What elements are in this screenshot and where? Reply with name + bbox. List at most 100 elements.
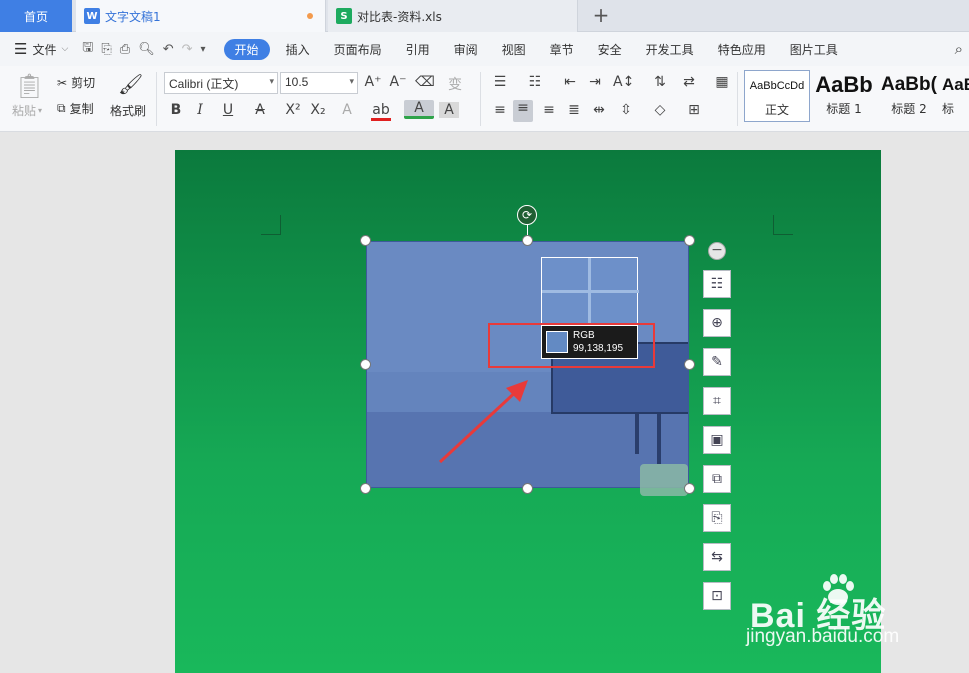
chevron-down-icon: ⌵ (61, 44, 69, 54)
clear-format-eraser-icon[interactable]: ⌫ (415, 74, 435, 90)
line-spacing-icon[interactable]: ⇄ (679, 74, 699, 90)
style-label: 标 (942, 102, 955, 116)
image-translate-icon[interactable]: ⎘ (703, 504, 731, 532)
resize-handle-bottom-left[interactable] (360, 483, 371, 494)
strikethrough-icon[interactable]: A (250, 102, 270, 118)
underline-icon[interactable]: U (218, 102, 238, 118)
file-menu-label: 文件 (32, 42, 57, 57)
margin-corner-mark (773, 215, 793, 235)
collapse-minus-icon[interactable]: − (708, 242, 726, 260)
spreadsheet-doc-icon: S (336, 8, 352, 24)
phonetic-guide-icon[interactable]: 变 (445, 74, 465, 94)
zoom-in-icon[interactable]: ⊕ (703, 309, 731, 337)
print-icon[interactable]: ⎙ (120, 42, 130, 57)
format-painter-brush-icon[interactable]: 🖌︎ (118, 72, 143, 96)
picture-frame-icon[interactable]: ▣ (703, 426, 731, 454)
style-normal[interactable]: AaBbCcDd 正文 (744, 70, 810, 122)
redo-icon[interactable]: ↷ (182, 42, 193, 57)
superscript-icon[interactable]: X² (283, 102, 303, 118)
paste-clipboard-icon[interactable]: 📋︎ (14, 72, 44, 100)
menu-tab-page-layout[interactable]: 页面布局 (334, 41, 382, 58)
save-icon[interactable]: 🖫 (82, 38, 93, 60)
color-picker-magnifier (541, 257, 639, 326)
numbered-list-icon[interactable]: ☷ (525, 74, 545, 90)
undo-icon[interactable]: ↶ (163, 42, 174, 57)
decrease-indent-icon[interactable]: ⇤ (560, 74, 580, 90)
menu-tab-section[interactable]: 章节 (550, 41, 574, 58)
grow-font-icon[interactable]: A⁺ (363, 74, 383, 90)
resize-handle-bottom-right[interactable] (684, 483, 695, 494)
rotate-handle-icon[interactable]: ⟳ (517, 205, 537, 225)
align-left-icon[interactable]: ≡ (490, 102, 510, 118)
menu-tab-start[interactable]: 开始 (223, 38, 270, 60)
tab-document-1[interactable]: W 文字文稿1 (76, 0, 326, 32)
font-size-select[interactable]: 10.5 ▾ (280, 72, 358, 94)
justify-icon[interactable]: ≣ (564, 102, 584, 118)
crop-icon[interactable]: ⌗ (703, 387, 731, 415)
picture-stand (635, 414, 639, 454)
file-menu-button[interactable]: ☰ 文件 ⌵ (14, 40, 68, 58)
increase-indent-icon[interactable]: ⇥ (585, 74, 605, 90)
resize-handle-top[interactable] (522, 235, 533, 246)
export-icon[interactable]: ⎘ (101, 42, 111, 57)
bullet-list-icon[interactable]: ☰ (490, 74, 510, 90)
borders-icon[interactable]: ⊞ (684, 102, 704, 118)
bold-icon[interactable]: B (166, 102, 186, 118)
menu-tab-insert[interactable]: 插入 (286, 41, 310, 58)
menu-tab-developer[interactable]: 开发工具 (646, 41, 694, 58)
distributed-align-icon[interactable]: ⇹ (589, 102, 609, 118)
menu-tab-review[interactable]: 审阅 (454, 41, 478, 58)
text-effect-icon[interactable]: A (337, 102, 357, 118)
new-tab-plus-icon[interactable]: + (590, 5, 612, 27)
cut-button[interactable]: ✂ 剪切 (57, 74, 95, 91)
image-convert-icon[interactable]: ⇆ (703, 543, 731, 571)
shrink-font-icon[interactable]: A⁻ (388, 74, 408, 90)
print-preview-icon[interactable]: 🔍︎ (138, 42, 155, 57)
style-heading-3[interactable]: AaB 标 (942, 70, 969, 122)
tab-spreadsheet[interactable]: S 对比表-资料.xls (328, 0, 578, 32)
menu-tab-picture-tools[interactable]: 图片工具 (790, 41, 838, 58)
menu-tab-view[interactable]: 视图 (502, 41, 526, 58)
font-color-icon[interactable]: A (404, 100, 434, 119)
image-to-word-icon[interactable]: ⧉ (703, 465, 731, 493)
style-heading-1[interactable]: AaBb 标题 1 (812, 70, 876, 122)
scissors-icon: ✂ (57, 75, 68, 90)
style-label: 标题 1 (826, 102, 862, 116)
paragraph-spacing-icon[interactable]: ⇳ (616, 102, 636, 118)
highlight-color-icon[interactable]: ab (371, 102, 391, 121)
resize-handle-right[interactable] (684, 359, 695, 370)
resize-handle-top-right[interactable] (684, 235, 695, 246)
resize-handle-left[interactable] (360, 359, 371, 370)
paste-label: 粘贴 (12, 104, 37, 118)
show-marks-icon[interactable]: ▦ (712, 74, 732, 90)
paste-button[interactable]: 粘贴 ▾ (12, 102, 42, 119)
font-name-select[interactable]: Calibri (正文) ▾ (164, 72, 278, 94)
menu-tab-security[interactable]: 安全 (598, 41, 622, 58)
menu-tabs: 开始 插入 页面布局 引用 审阅 视图 章节 安全 开发工具 特色应用 图片工具 (223, 38, 862, 60)
remove-background-icon[interactable]: ✎ (703, 348, 731, 376)
watermark-url: jingyan.baidu.com (746, 626, 900, 647)
style-heading-2[interactable]: AaBb( 标题 2 (876, 70, 942, 122)
menu-tab-references[interactable]: 引用 (406, 41, 430, 58)
subscript-icon[interactable]: X₂ (308, 102, 328, 118)
sort-icon[interactable]: ⇅ (650, 74, 670, 90)
align-center-icon[interactable]: ≡ (513, 100, 533, 122)
text-direction-icon[interactable]: A↕ (613, 74, 634, 90)
format-painter-button[interactable]: 格式刷 (110, 102, 146, 119)
menu-tab-features[interactable]: 特色应用 (718, 41, 766, 58)
search-icon[interactable]: ⌕ (955, 40, 963, 58)
align-right-icon[interactable]: ≡ (539, 102, 559, 118)
resize-handle-bottom[interactable] (522, 483, 533, 494)
image-compress-icon[interactable]: ⊡ (703, 582, 731, 610)
customize-chevron-icon[interactable]: ▾ (201, 44, 206, 55)
font-size-value: 10.5 (285, 75, 309, 89)
copy-label: 复制 (69, 102, 94, 116)
layout-options-icon[interactable]: ☷ (703, 270, 731, 298)
character-shading-icon[interactable]: A (439, 102, 459, 118)
hamburger-icon: ☰ (14, 40, 28, 58)
resize-handle-top-left[interactable] (360, 235, 371, 246)
shading-fill-icon[interactable]: ◇ (650, 102, 670, 118)
italic-icon[interactable]: I (190, 102, 210, 118)
copy-button[interactable]: ⧉ 复制 (57, 100, 94, 117)
tab-home[interactable]: 首页 (0, 0, 72, 32)
